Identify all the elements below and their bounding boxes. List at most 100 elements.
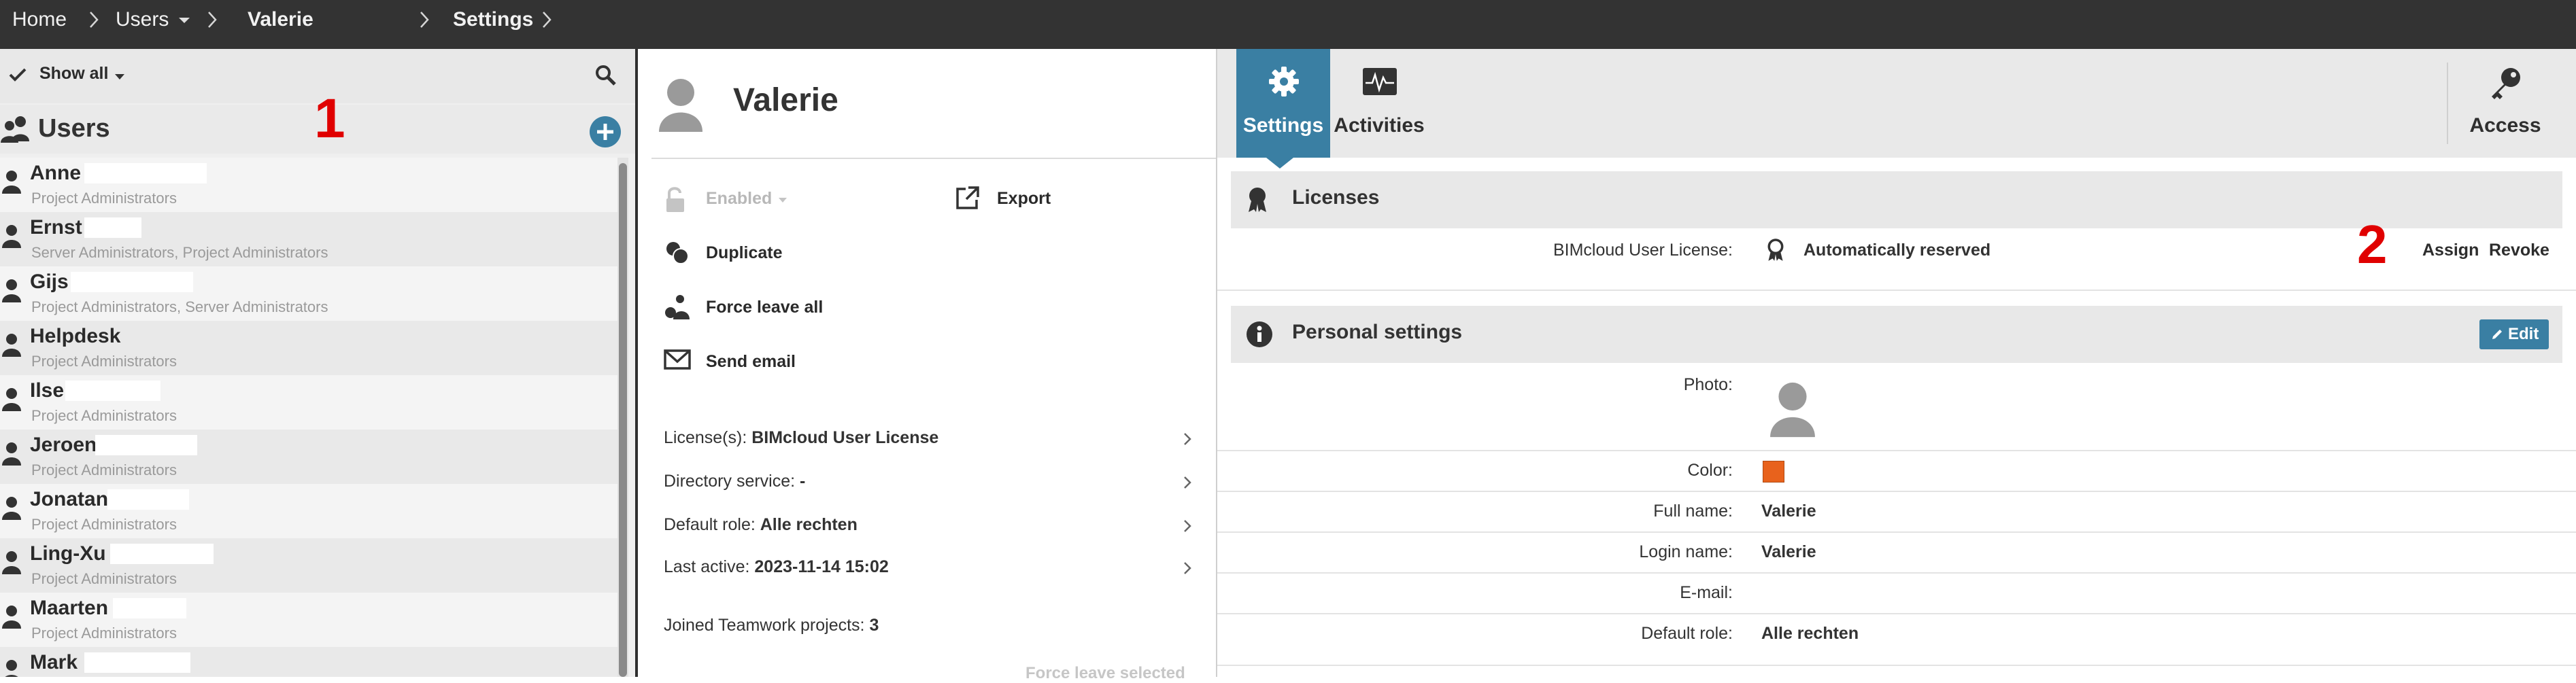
user-name: Maarten xyxy=(30,597,109,619)
duplicate-button[interactable]: Duplicate xyxy=(706,243,783,263)
redaction xyxy=(95,435,197,455)
chevron-right-icon xyxy=(205,10,219,30)
breadcrumb-home[interactable]: Home xyxy=(12,0,67,39)
user-name: Anne xyxy=(30,162,81,184)
redaction xyxy=(65,381,160,401)
license-label: BIMcloud User License: xyxy=(1553,241,1733,260)
force-leave-all-button[interactable]: Force leave all xyxy=(706,298,823,317)
user-icon xyxy=(1,496,22,521)
breadcrumb-user[interactable]: Valerie xyxy=(248,0,313,39)
list-item[interactable]: Ling-Xu Project Administrators xyxy=(0,538,620,593)
tab-label: Settings xyxy=(1242,114,1324,137)
force-leave-selected-button[interactable]: Force leave selected xyxy=(1026,664,1185,683)
activity-chart-icon xyxy=(1361,67,1398,97)
info-value: Alle rechten xyxy=(760,515,858,534)
active-tab-pointer xyxy=(1266,158,1293,169)
divider xyxy=(651,158,1216,159)
tab-activities[interactable]: Activities xyxy=(1332,49,1427,158)
redaction xyxy=(84,652,190,673)
photo-placeholder-avatar[interactable] xyxy=(1768,379,1817,439)
redaction xyxy=(84,217,141,238)
user-name: Ernst xyxy=(30,216,82,239)
edit-button[interactable]: Edit xyxy=(2479,319,2549,349)
export-button[interactable]: Export xyxy=(997,189,1051,209)
info-label: Directory service: xyxy=(664,472,796,491)
user-groups: Project Administrators xyxy=(31,407,177,424)
directory-service-row[interactable]: Directory service: - xyxy=(664,472,805,491)
show-all-filter[interactable]: Show all xyxy=(39,64,108,84)
user-icon xyxy=(1,659,22,677)
redaction xyxy=(71,272,193,292)
last-active-row[interactable]: Last active: 2023-11-14 15:02 xyxy=(664,557,889,577)
chevron-right-icon[interactable] xyxy=(1182,518,1193,534)
chevron-right-icon xyxy=(418,10,431,30)
revoke-license-button[interactable]: Revoke xyxy=(2489,241,2549,260)
joined-projects-row: Joined Teamwork projects: 3 xyxy=(664,616,879,635)
user-name: Ling-Xu xyxy=(30,542,106,565)
panel-title: Users xyxy=(38,114,110,143)
force-leave-icon xyxy=(664,294,692,321)
list-item[interactable]: Ilse Project Administrators xyxy=(0,375,620,430)
user-groups: Project Administrators xyxy=(31,461,177,478)
user-name: Mark xyxy=(30,651,78,673)
send-email-button[interactable]: Send email xyxy=(706,352,796,372)
info-value: - xyxy=(800,472,806,491)
list-item[interactable]: Maarten Project Administrators xyxy=(0,593,620,647)
chevron-right-icon xyxy=(540,10,554,30)
breadcrumb: Home Users Valerie Settings xyxy=(0,0,2576,49)
license-status: Automatically reserved xyxy=(1803,241,1991,260)
avatar xyxy=(657,76,705,133)
user-name: Jonatan xyxy=(30,488,109,510)
list-item[interactable]: Jeroen Project Administrators xyxy=(0,430,620,484)
award-icon xyxy=(1765,238,1786,262)
tab-access[interactable]: Access xyxy=(2448,49,2562,158)
user-groups: Project Administrators xyxy=(31,353,177,370)
list-item[interactable]: Gijs Project Administrators, Server Admi… xyxy=(0,266,620,321)
user-groups: Project Administrators xyxy=(31,190,177,207)
enabled-dropdown[interactable]: Enabled xyxy=(706,189,772,209)
list-item[interactable]: Ernst Server Administrators, Project Adm… xyxy=(0,212,620,266)
licenses-row[interactable]: License(s): BIMcloud User License xyxy=(664,428,938,448)
annotation-marker-2: 2 xyxy=(2357,214,2388,275)
user-name-title: Valerie xyxy=(733,82,838,118)
caret-down-icon[interactable] xyxy=(778,197,787,203)
unlock-icon xyxy=(664,185,691,215)
list-item[interactable]: Anne Project Administrators xyxy=(0,158,620,212)
search-icon[interactable] xyxy=(594,64,617,87)
user-name: Helpdesk xyxy=(30,325,121,347)
add-user-button[interactable] xyxy=(589,116,622,148)
login-name-label: Login name: xyxy=(1639,542,1733,561)
info-label: License(s): xyxy=(664,428,747,447)
chevron-right-icon[interactable] xyxy=(1182,474,1193,491)
chevron-right-icon[interactable] xyxy=(1182,560,1193,576)
key-icon xyxy=(2488,65,2523,102)
user-groups: Project Administrators xyxy=(31,516,177,533)
scrollbar-thumb[interactable] xyxy=(619,163,627,677)
default-role-value: Alle rechten xyxy=(1761,624,1859,643)
breadcrumb-users[interactable]: Users xyxy=(116,0,169,39)
assign-license-button[interactable]: Assign xyxy=(2422,241,2479,260)
default-role-row[interactable]: Default role: Alle rechten xyxy=(664,515,858,535)
redaction xyxy=(113,598,186,618)
info-value: 3 xyxy=(869,616,879,635)
redaction xyxy=(110,544,214,564)
caret-down-icon[interactable] xyxy=(178,17,190,24)
user-groups: Project Administrators xyxy=(31,625,177,642)
default-role-label: Default role: xyxy=(1641,624,1733,643)
pencil-icon xyxy=(2490,328,2504,341)
divider xyxy=(1217,450,2576,451)
divider xyxy=(1217,290,2576,291)
user-icon xyxy=(1,605,22,629)
breadcrumb-settings[interactable]: Settings xyxy=(453,0,533,39)
redaction xyxy=(107,489,189,510)
list-item[interactable]: Jonatan Project Administrators xyxy=(0,484,620,538)
divider xyxy=(1217,613,2576,614)
email-icon xyxy=(664,348,692,372)
tab-settings[interactable]: Settings xyxy=(1236,49,1330,158)
annotation-marker-1: 1 xyxy=(314,88,345,150)
list-item[interactable]: Mark xyxy=(0,647,620,677)
chevron-right-icon[interactable] xyxy=(1182,431,1193,447)
list-item[interactable]: Helpdesk Project Administrators xyxy=(0,321,620,375)
caret-down-icon[interactable] xyxy=(114,73,125,80)
user-icon xyxy=(1,224,22,249)
